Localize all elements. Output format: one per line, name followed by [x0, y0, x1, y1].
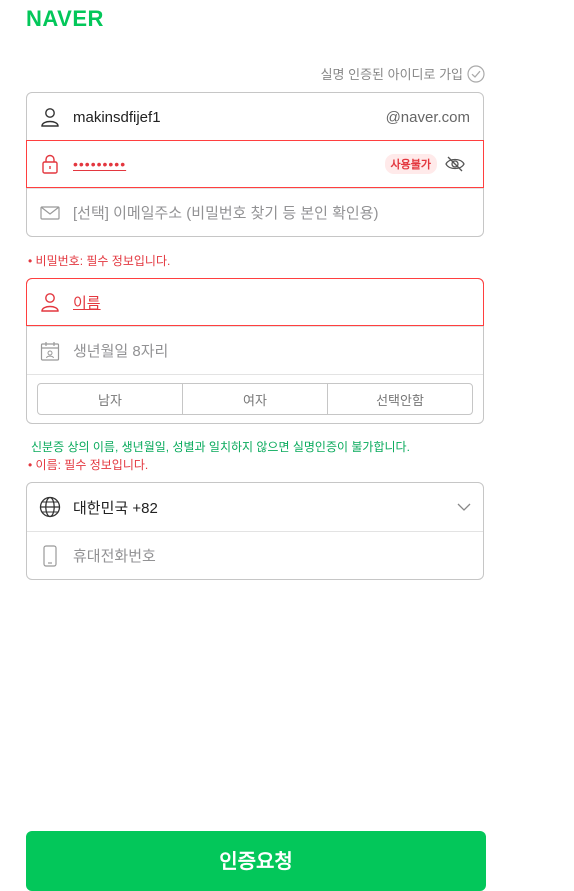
country-select[interactable]: 대한민국 +82 [27, 483, 483, 531]
globe-icon [27, 496, 73, 518]
user-icon [27, 292, 73, 312]
password-error-message: • 비밀번호: 필수 정보입니다. [28, 254, 171, 268]
profile-box: 이름 생년월일 8자리 남자 여자 선택안함 [26, 278, 484, 424]
verified-id-signup-link[interactable]: 실명 인증된 아이디로 가입 [321, 64, 485, 83]
account-box: makinsdfijef1 @naver.com ••••••••• 사용불가 … [26, 92, 484, 237]
name-error-message: • 이름: 필수 정보입니다. [28, 458, 149, 472]
gender-selector: 남자 여자 선택안함 [27, 374, 483, 423]
mail-icon [27, 205, 73, 220]
naver-logo: NAVER [26, 6, 104, 31]
gender-option-female[interactable]: 여자 [182, 384, 327, 414]
calendar-icon [27, 341, 73, 361]
name-input[interactable]: 이름 [73, 295, 101, 312]
phone-input[interactable]: 휴대전화번호 [73, 545, 483, 566]
phone-row[interactable]: 휴대전화번호 [27, 531, 483, 579]
id-domain-suffix: @naver.com [385, 108, 470, 126]
user-icon [27, 107, 73, 127]
country-value: 대한민국 +82 [73, 499, 158, 517]
check-circle-icon [467, 64, 485, 83]
birthdate-row[interactable]: 생년월일 8자리 [27, 326, 483, 374]
email-row[interactable]: [선택] 이메일주소 (비밀번호 찾기 등 본인 확인용) [27, 188, 483, 236]
email-input[interactable]: [선택] 이메일주소 (비밀번호 찾기 등 본인 확인용) [73, 202, 483, 223]
verify-request-button[interactable]: 인증요청 [26, 831, 486, 891]
eye-off-icon[interactable] [445, 156, 465, 172]
gender-option-male[interactable]: 남자 [38, 384, 182, 414]
name-notice-message: 신분증 상의 이름, 생년월일, 성별과 일치하지 않으면 실명인증이 불가합니… [31, 440, 410, 454]
chevron-down-icon[interactable] [457, 503, 483, 511]
name-row[interactable]: 이름 [26, 278, 484, 326]
gender-option-none[interactable]: 선택안함 [327, 384, 472, 414]
password-status-badge: 사용불가 [384, 154, 437, 174]
mobile-phone-icon [27, 544, 73, 567]
phone-box: 대한민국 +82 휴대전화번호 [26, 482, 484, 580]
id-input[interactable]: makinsdfijef1 [73, 109, 386, 126]
password-input[interactable]: ••••••••• [73, 156, 126, 172]
id-row[interactable]: makinsdfijef1 @naver.com [27, 93, 483, 141]
password-row[interactable]: ••••••••• 사용불가 [26, 140, 484, 188]
lock-icon [27, 154, 73, 174]
verified-id-signup-label: 실명 인증된 아이디로 가입 [320, 67, 463, 82]
birthdate-input[interactable]: 생년월일 8자리 [73, 340, 483, 361]
